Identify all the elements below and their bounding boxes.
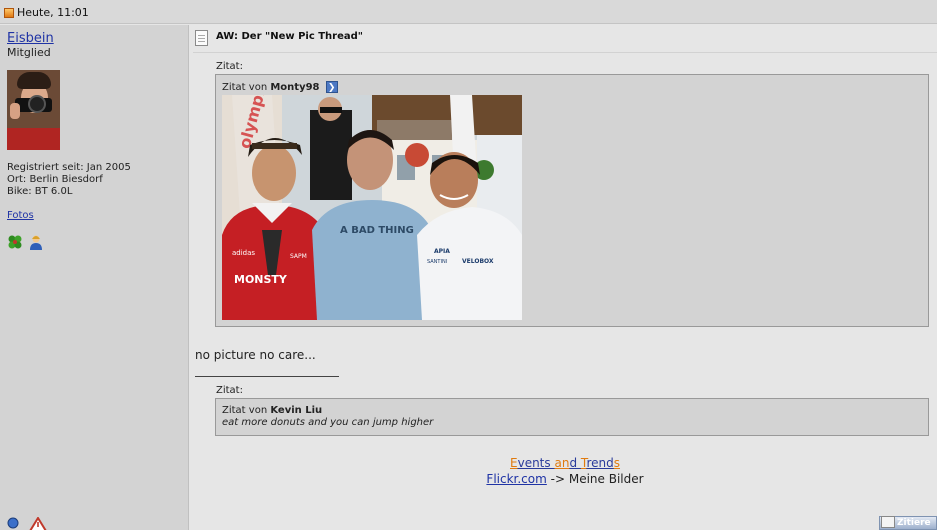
post-title-divider bbox=[193, 52, 937, 53]
fotos-link[interactable]: Fotos bbox=[7, 210, 34, 221]
quote2-header: Zitat von Kevin Liu bbox=[222, 405, 322, 416]
post-status-icon bbox=[4, 8, 14, 18]
quote1-label: Zitat: bbox=[216, 61, 243, 72]
post-document-icon bbox=[195, 30, 208, 46]
avatar[interactable] bbox=[7, 70, 60, 150]
flickr-line: Flickr.com -> Meine Bilder bbox=[193, 472, 937, 486]
events-trends-segment[interactable]: vents bbox=[518, 456, 555, 470]
view-post-arrow-icon[interactable]: ❯ bbox=[325, 81, 338, 93]
quote1-header: Zitat von Monty98 ❯ bbox=[222, 81, 338, 93]
shirt3-logo3: SANTINI bbox=[427, 259, 447, 265]
user-location: Ort: Berlin Biesdorf bbox=[7, 174, 103, 185]
shirt3-logo2: VELOBOX bbox=[462, 258, 494, 265]
events-trends-segment[interactable]: s bbox=[614, 456, 620, 470]
post-timestamp: Heute, 11:01 bbox=[17, 6, 89, 19]
user-profile-icon[interactable] bbox=[28, 234, 44, 250]
events-trends-text[interactable]: Events and Trends bbox=[510, 456, 620, 470]
shirt3-logo1: APIA bbox=[434, 248, 450, 255]
quote2-label: Zitat: bbox=[216, 385, 243, 396]
user-registered: Registriert seit: Jan 2005 bbox=[7, 162, 131, 173]
events-trends-segment[interactable]: d bbox=[569, 456, 580, 470]
quote1-prefix: Zitat von bbox=[222, 82, 268, 93]
quote1-author: Monty98 bbox=[270, 82, 320, 93]
signature-divider bbox=[195, 376, 339, 377]
clover-icon[interactable] bbox=[7, 234, 23, 250]
quote2-author: Kevin Liu bbox=[270, 405, 323, 416]
search-icon[interactable] bbox=[7, 517, 21, 530]
quote-pencil-icon bbox=[881, 516, 895, 528]
user-bike: Bike: BT 6.0L bbox=[7, 186, 73, 197]
post-title: AW: Der "New Pic Thread" bbox=[216, 31, 364, 42]
shirt2-text: A BAD THING bbox=[340, 225, 414, 236]
quote2-text: eat more donuts and you can jump higher bbox=[222, 417, 434, 428]
quote-button[interactable]: Zitiere bbox=[879, 516, 937, 530]
user-info: Registriert seit: Jan 2005 Ort: Berlin B… bbox=[7, 162, 131, 198]
quote-button-label: Zitiere bbox=[897, 518, 931, 528]
quoted-photo: olympia adidas MONSTY SAPM A BAD THING A… bbox=[222, 95, 522, 320]
shirt1-badge: SAPM bbox=[290, 253, 307, 260]
post-body: no picture no care... bbox=[195, 348, 316, 362]
events-trends-segment[interactable]: rend bbox=[586, 456, 613, 470]
username-link[interactable]: Eisbein bbox=[7, 31, 54, 46]
user-rank: Mitglied bbox=[7, 46, 51, 59]
events-trends-segment[interactable]: an bbox=[554, 456, 569, 470]
user-sidebar: Eisbein Mitglied Registriert seit: Jan 2… bbox=[0, 25, 189, 530]
events-trends-segment[interactable]: E bbox=[510, 456, 518, 470]
flickr-suffix: -> Meine Bilder bbox=[546, 472, 644, 486]
report-icon[interactable] bbox=[29, 517, 47, 530]
shirt1-brand: adidas bbox=[232, 249, 255, 257]
events-trends-link[interactable]: Events and Trends bbox=[193, 456, 937, 470]
quote2-prefix: Zitat von bbox=[222, 405, 268, 416]
flickr-link[interactable]: Flickr.com bbox=[486, 472, 546, 486]
shirt1-logo: MONSTY bbox=[234, 273, 288, 286]
post-header-bar: Heute, 11:01 bbox=[0, 0, 937, 24]
